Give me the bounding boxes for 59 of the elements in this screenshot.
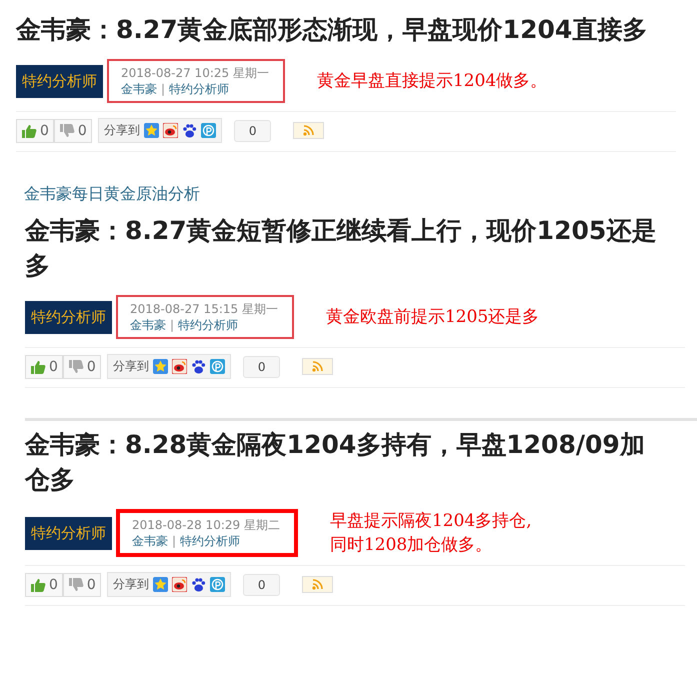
share-count: 0 [242,356,280,378]
rss-icon [312,361,324,372]
post-date: 2018-08-27 15:15 星期一 [130,301,278,317]
role-link[interactable]: 特约分析师 [169,81,230,97]
share-label: 分享到 [104,122,140,139]
star-icon[interactable] [152,359,168,374]
role-link[interactable]: 特约分析师 [178,317,238,333]
p-icon[interactable] [210,359,225,374]
thumbs-up-icon [30,578,46,592]
post-title[interactable]: 金韦豪：8.27黄金短暂修正继续看上行，现价1205还是多 [25,213,657,283]
annotation-text: 早盘提示隔夜1204多持仓, [330,510,532,533]
p-icon[interactable] [210,577,225,592]
share-label: 分享到 [112,576,149,593]
author-link[interactable]: 金韦豪 [130,317,166,333]
share-count: 0 [234,120,272,142]
eye-icon[interactable] [162,123,178,138]
rss-button[interactable] [302,576,334,593]
author-badge: 特约分析师 [25,516,112,550]
like-button[interactable]: 0 [16,118,54,142]
author-badge: 特约分析师 [25,300,112,334]
p-icon[interactable] [200,123,216,138]
like-button[interactable]: 0 [25,572,63,596]
thumbs-up-icon [30,360,46,374]
separator-text: | [161,81,166,97]
rss-button[interactable] [302,358,334,375]
dislike-button[interactable]: 0 [62,572,101,596]
author-badge: 特约分析师 [16,64,103,98]
paw-icon[interactable] [190,359,206,374]
post-date: 2018-08-28 10:29 星期二 [132,517,280,533]
star-icon[interactable] [152,577,168,592]
annotation-text: 黄金欧盘前提示1205还是多 [326,306,540,329]
post-date: 2018-08-27 10:25 星期一 [121,65,269,81]
separator-text: | [170,317,174,333]
rss-icon [303,125,314,136]
role-link[interactable]: 特约分析师 [180,533,240,549]
dislike-button[interactable]: 0 [62,354,101,378]
paw-icon[interactable] [182,123,197,138]
author-link[interactable]: 金韦豪 [132,533,168,549]
annotation-text: 同时1208加仓做多。 [330,534,494,557]
eye-icon[interactable] [172,577,187,592]
thumbs-down-icon [58,124,75,138]
share-count: 0 [242,574,280,596]
thumbs-down-icon [68,578,84,592]
post-title[interactable]: 金韦豪：8.28黄金隔夜1204多持有，早盘1208/09加仓多 [25,427,657,497]
eye-icon[interactable] [172,359,187,374]
annotation-text: 黄金早盘直接提示1204做多。 [316,70,548,93]
paw-icon[interactable] [190,577,206,592]
author-link[interactable]: 金韦豪 [121,81,157,97]
dislike-button[interactable]: 0 [54,118,92,142]
share-label: 分享到 [112,358,149,375]
star-icon[interactable] [144,123,159,138]
rss-button[interactable] [293,122,324,139]
rss-icon [312,579,324,590]
thumbs-down-icon [68,360,84,374]
like-button[interactable]: 0 [25,354,63,378]
thumbs-up-icon [21,124,37,138]
category-link[interactable]: 金韦豪每日黄金原油分析 [24,184,697,205]
separator-text: | [172,533,176,549]
post-title[interactable]: 金韦豪：8.27黄金底部形态渐现，早盘现价1204直接多 [16,12,648,47]
